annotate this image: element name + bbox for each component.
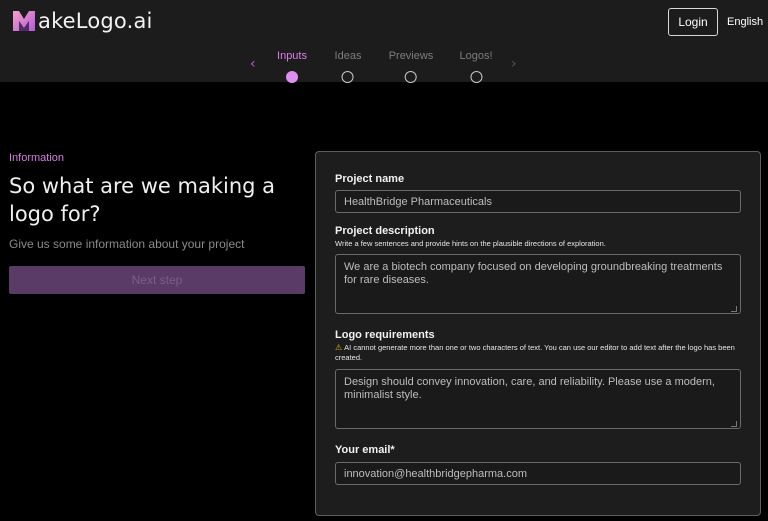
brand-name: akeLogo.ai bbox=[38, 9, 153, 33]
logo-requirements-hint: AI cannot generate more than one or two … bbox=[335, 343, 735, 362]
step-label: Inputs bbox=[277, 50, 307, 62]
chevron-right-icon[interactable]: › bbox=[511, 56, 517, 72]
project-name-input[interactable] bbox=[335, 190, 741, 213]
project-description-textarea[interactable]: We are a biotech company focused on deve… bbox=[335, 254, 741, 314]
project-description-label: Project description bbox=[335, 225, 435, 237]
logo-requirements-label: Logo requirements bbox=[335, 329, 435, 341]
step-indicator-dot bbox=[341, 71, 354, 83]
logo-requirements-warning: ⚠ AI cannot generate more than one or two… bbox=[335, 343, 745, 363]
step-navigation: ‹ Inputs Ideas Previews Logos! › bbox=[0, 50, 768, 90]
page-title: So what are we making a logo for? bbox=[9, 174, 276, 226]
step-indicator-dot bbox=[405, 71, 417, 83]
brand-logo[interactable]: akeLogo.ai bbox=[11, 8, 153, 34]
step-previews[interactable]: Previews bbox=[388, 50, 434, 83]
step-label: Logos! bbox=[459, 50, 493, 62]
section-eyebrow: Information bbox=[9, 152, 65, 164]
step-logos[interactable]: Logos! bbox=[459, 50, 493, 83]
step-label: Ideas bbox=[334, 50, 362, 62]
top-bar: akeLogo.ai Login English ‹ Inputs Ideas … bbox=[0, 0, 768, 83]
next-step-button[interactable]: Next step bbox=[9, 266, 305, 294]
email-input[interactable] bbox=[335, 462, 741, 485]
warning-icon: ⚠ bbox=[335, 343, 343, 352]
language-selector[interactable]: English bbox=[727, 16, 763, 28]
logo-requirements-textarea[interactable]: Design should convey innovation, care, a… bbox=[335, 369, 741, 429]
login-button[interactable]: Login bbox=[668, 8, 718, 36]
step-label: Previews bbox=[388, 50, 434, 62]
logo-m-icon bbox=[13, 11, 35, 31]
step-indicator-dot bbox=[470, 71, 482, 83]
project-description-hint: Write a few sentences and provide hints … bbox=[335, 239, 606, 248]
intro-panel: Information So what are we making a logo… bbox=[9, 152, 305, 294]
email-label: Your email* bbox=[335, 444, 395, 456]
chevron-left-icon[interactable]: ‹ bbox=[250, 56, 256, 72]
step-indicator-dot bbox=[286, 71, 298, 83]
step-inputs[interactable]: Inputs bbox=[277, 50, 307, 83]
page-subtitle: Give us some information about your proj… bbox=[9, 237, 245, 251]
project-form: Project name Project description Write a… bbox=[315, 151, 761, 516]
step-ideas[interactable]: Ideas bbox=[334, 50, 362, 83]
project-name-label: Project name bbox=[335, 173, 405, 185]
